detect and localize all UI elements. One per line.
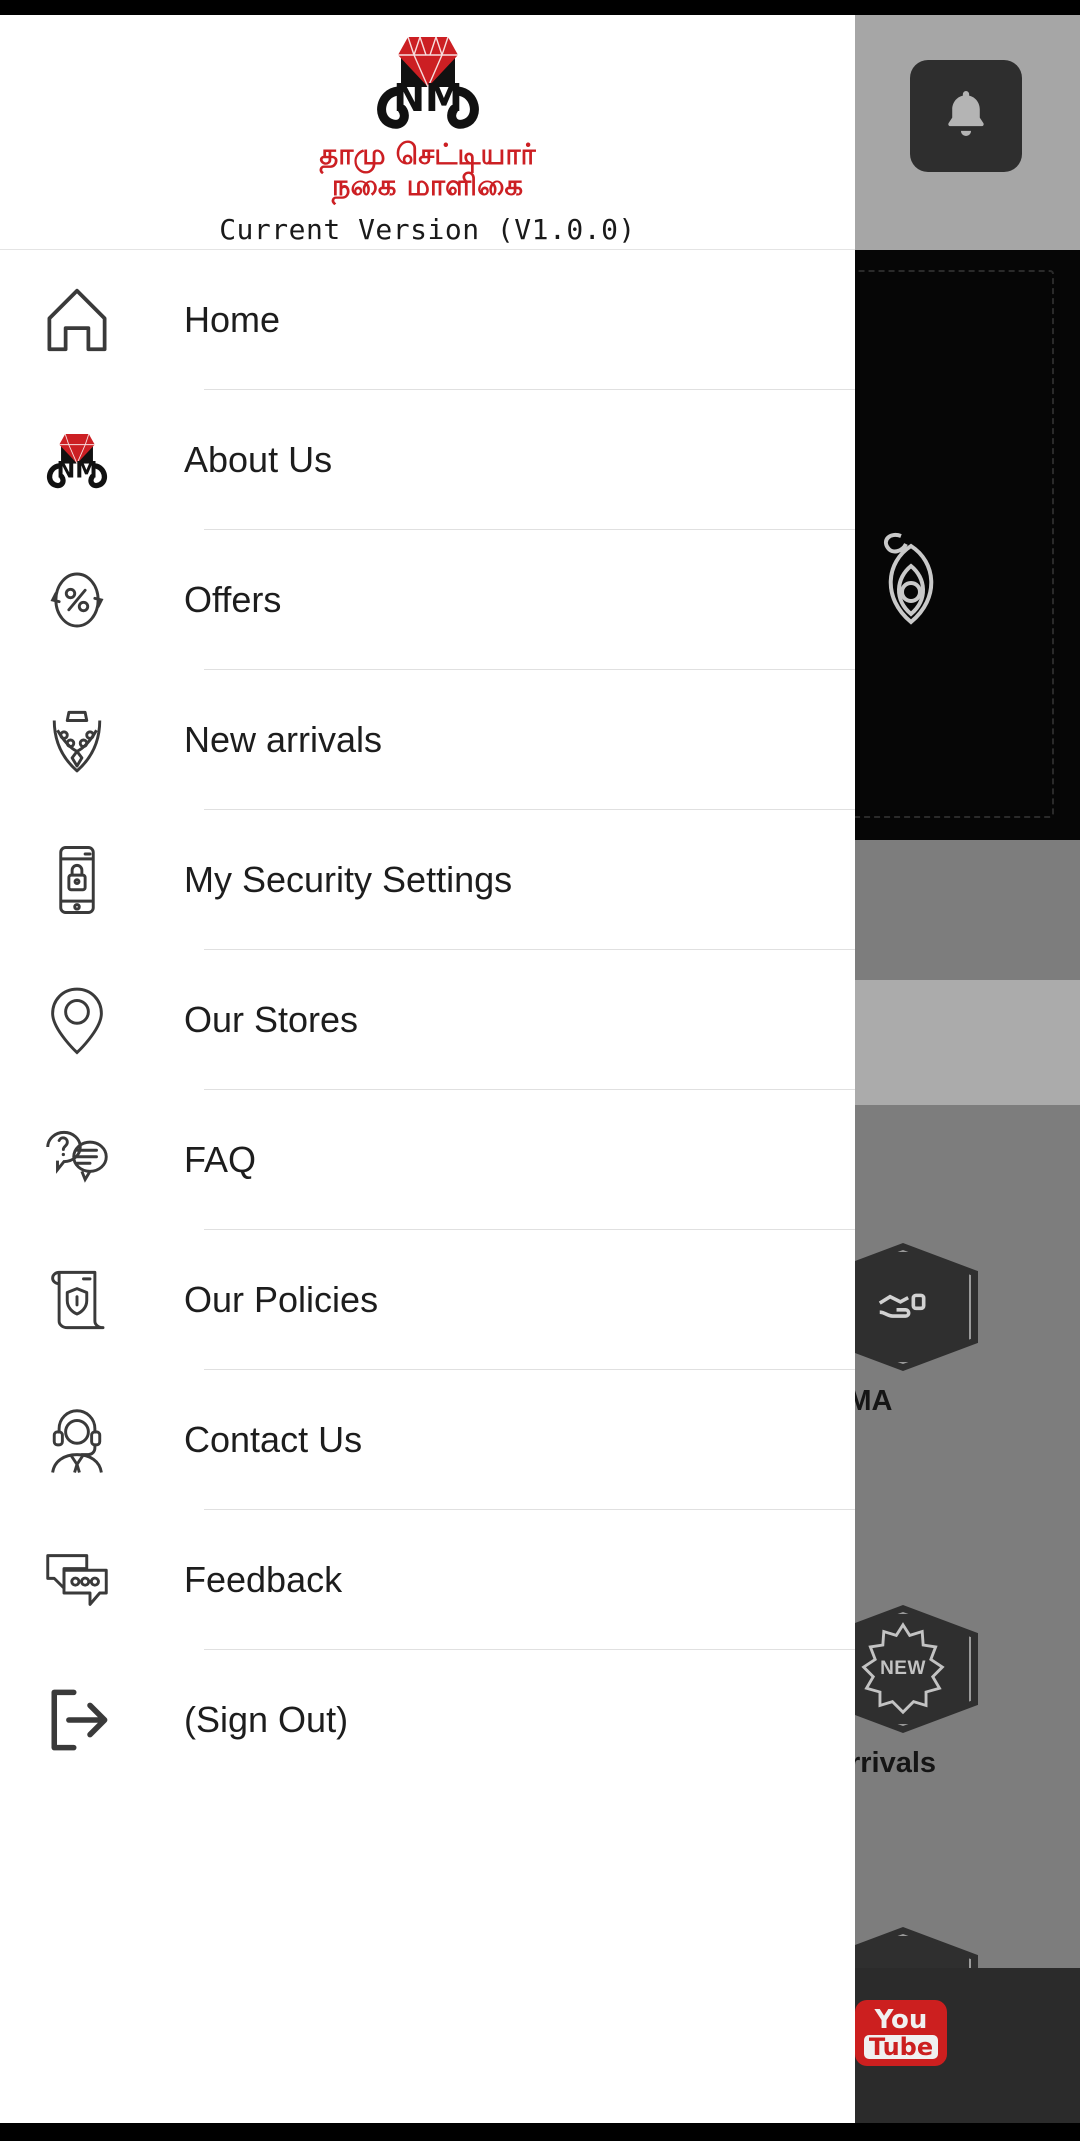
background-tile[interactable]: EMA 0 [828,1243,1078,1455]
notification-bell-button[interactable] [910,60,1022,172]
youtube-logo[interactable]: You Tube [855,2000,947,2066]
drawer-item-label: FAQ [184,1139,257,1180]
drawer-item-sign-out[interactable]: (Sign Out) [0,1650,855,1790]
phone-lock-icon [38,841,116,919]
drawer-item-label: Contact Us [184,1419,363,1460]
drawer-item-our-policies[interactable]: Our Policies [0,1230,855,1370]
drawer-item-home[interactable]: Home [0,250,855,390]
drawer-item-faq[interactable]: FAQ [0,1090,855,1230]
brand-logo-icon: NM [38,421,116,499]
drawer-item-contact-us[interactable]: Contact Us [0,1370,855,1510]
status-bar-bottom [0,2123,1080,2141]
drawer-item-label: Feedback [184,1559,343,1600]
location-pin-icon [38,981,116,1059]
brand-tamil-line-1: தாமு செட்டியார் [319,137,536,171]
drawer-item-our-stores[interactable]: Our Stores [0,950,855,1090]
chat-bubbles-icon [38,1541,116,1619]
drawer-item-label: (Sign Out) [184,1699,349,1740]
bell-icon [937,85,995,148]
drawer-item-label: Our Policies [184,1279,379,1320]
question-chat-icon [38,1121,116,1199]
youtube-you-text: You [874,2005,928,2035]
percent-discount-icon [38,561,116,639]
drawer-item-feedback[interactable]: Feedback [0,1510,855,1650]
tile-title: EMA [828,1385,893,1417]
brand-tamil-name: தாமு செட்டியார் நகை மாளிகை [319,137,536,203]
tile-new-label: NEW [880,1658,926,1679]
drawer-item-label: Our Stores [184,999,359,1040]
drawer-item-offers[interactable]: Offers [0,530,855,670]
drawer-item-new-arrivals[interactable]: New arrivals [0,670,855,810]
scroll-shield-icon [38,1261,116,1339]
tile-count: 0 [828,1784,1078,1817]
brand-logo-icon: NM [376,36,479,129]
navigation-drawer: NM தாமு செட்டியார் நகை மாளிகை Current Ve… [0,15,855,2123]
necklace-icon [38,701,116,779]
home-icon [38,281,116,359]
drawer-menu-list: Home NM About Us Offers New arrivals My … [0,250,855,1790]
drawer-item-my-security-settings[interactable]: My Security Settings [0,810,855,950]
background-tile[interactable]: NEW Arrivals 0 [828,1605,1078,1817]
youtube-tube-text: Tube [863,2035,939,2059]
tile-title: Arrivals [828,1747,937,1779]
status-bar-top [0,0,1080,15]
drawer-header: NM தாமு செட்டியார் நகை மாளிகை Current Ve… [0,15,855,250]
drawer-item-label: About Us [184,439,333,480]
drawer-item-about-us[interactable]: NM About Us [0,390,855,530]
diamond-pendant-image [883,533,934,625]
drawer-item-label: My Security Settings [184,859,513,900]
drawer-item-label: Offers [184,579,282,620]
background-card[interactable] [820,980,1080,1105]
brand-tamil-line-2: நகை மாளிகை [331,168,524,203]
drawer-item-label: New arrivals [184,719,383,760]
headset-agent-icon [38,1401,116,1479]
app-screen: EMA 0 NEW Arrivals 0 [0,0,1080,2141]
app-version-label: Current Version (V1.0.0) [219,212,636,246]
logout-arrow-icon [38,1681,116,1759]
drawer-item-label: Home [184,299,281,340]
tile-count: 0 [828,1422,1078,1455]
